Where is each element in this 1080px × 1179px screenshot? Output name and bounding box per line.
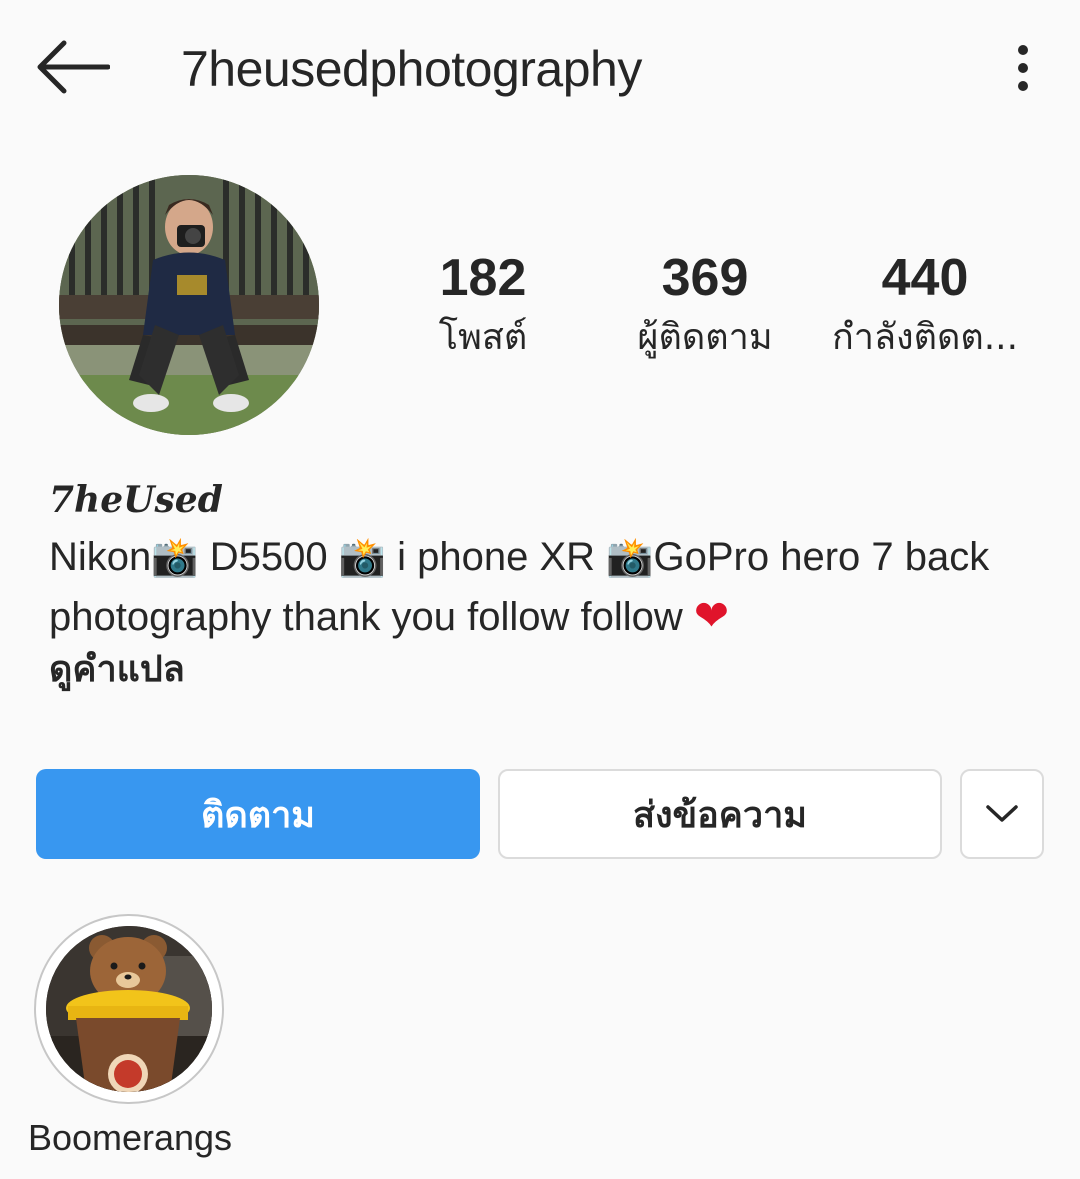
highlight-label: Boomerangs [27,1117,233,1158]
dot-icon [1018,81,1028,91]
page-title: 7heusedphotography [181,41,642,97]
back-arrow-icon [37,40,110,94]
highlight-cover-image [46,926,212,1092]
posts-label: โพสต์ [438,317,528,358]
top-bar: 7heusedphotography [0,0,1080,140]
camera-flash-icon: 📸 [606,537,654,579]
following-count: 440 [881,249,969,307]
bio-segment: i phone XR [386,535,607,579]
back-button[interactable] [30,34,114,100]
follow-button[interactable]: ติดตาม [36,769,480,859]
bio-segment: D5500 [198,535,339,579]
highlight-cover [46,926,212,1092]
display-name: 7heUsed [49,479,223,521]
message-button-label: ส่งข้อความ [632,794,808,836]
chevron-down-icon [986,805,1018,822]
dot-icon [1018,63,1028,73]
suggested-accounts-button[interactable] [960,769,1044,859]
message-button[interactable]: ส่งข้อความ [498,769,942,859]
follow-button-label: ติดตาม [200,794,316,836]
bio-segment: Nikon [49,535,152,579]
bio-line-2: photography thank you follow follow ❤ [49,587,1049,646]
bio-segment: photography thank you follow follow [49,595,694,639]
stat-following[interactable]: 440 กำลังติดต... [810,245,1040,363]
stat-posts[interactable]: 182 โพสต์ [363,245,603,363]
followers-label: ผู้ติดตาม [637,317,773,358]
bio-text: Nikon📸 D5500 📸 i phone XR 📸GoPro hero 7 … [49,528,1049,646]
followers-count: 369 [661,249,749,307]
dot-icon [1018,45,1028,55]
more-options-button[interactable] [1000,38,1046,98]
heart-icon: ❤ [693,592,730,639]
see-translation-link[interactable]: ดูคำแปล [49,645,185,695]
story-highlight[interactable] [34,914,224,1104]
following-label: กำลังติดต... [831,317,1019,358]
avatar-photo [59,175,319,435]
posts-count: 182 [439,249,527,307]
camera-flash-icon: 📸 [151,537,199,579]
camera-flash-icon: 📸 [338,537,387,579]
bio-segment: GoPro hero 7 back [653,535,990,579]
stat-followers[interactable]: 369 ผู้ติดตาม [585,245,825,363]
bio-line-1: Nikon📸 D5500 📸 i phone XR 📸GoPro hero 7 … [49,528,1049,587]
profile-avatar[interactable] [59,175,319,435]
